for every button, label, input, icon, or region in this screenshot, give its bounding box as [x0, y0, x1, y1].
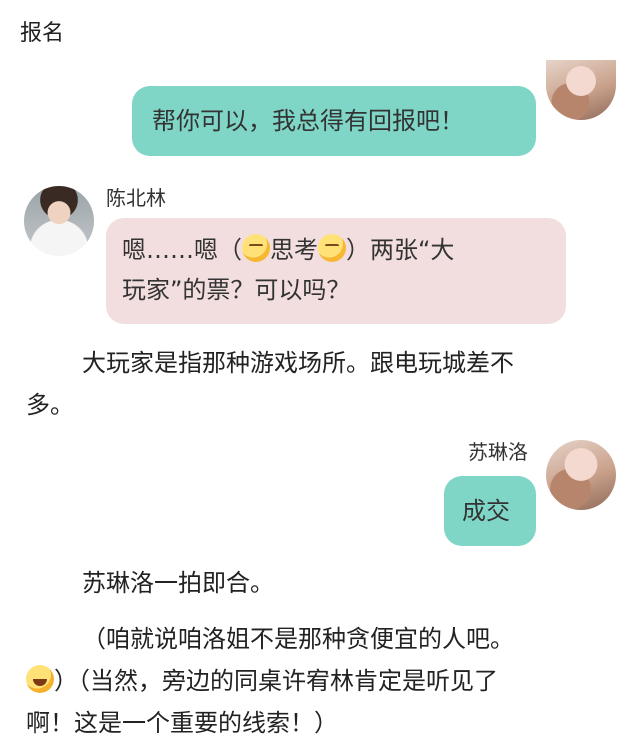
user-avatar-top[interactable] [546, 60, 616, 120]
message-text-2-line1: 嗯……嗯（ 思考 ）两张“大 [122, 234, 455, 264]
message-bubble-1[interactable]: 帮你可以，我总得有回报吧！ [132, 86, 536, 156]
sender-avatar-chen[interactable] [24, 186, 94, 256]
message-bubble-2[interactable]: 嗯……嗯（ 思考 ）两张“大 玩家”的票？可以吗？ [106, 218, 566, 324]
narration-paragraph-3: （咱就说咱洛姐不是那种贪便宜的人吧。 ）（当然，旁边的同桌许宥林肯定是听见了 啊… [26, 625, 514, 737]
message-text-1: 帮你可以，我总得有回报吧！ [152, 107, 464, 135]
message-text-2-line2: 玩家”的票？可以吗？ [122, 276, 351, 304]
thinking-face-icon [318, 234, 346, 262]
tears-of-joy-icon [26, 665, 54, 693]
sender-name-chen: 陈北林 [106, 186, 166, 210]
top-label: 报名 [20, 21, 65, 46]
sender-avatar-su[interactable] [546, 440, 616, 510]
sender-name-su: 苏琳洛 [468, 440, 528, 464]
message-bubble-3[interactable]: 成交 [444, 476, 536, 546]
narration-paragraph-2: 苏琳洛一拍即合。 [82, 569, 274, 597]
message-text-3: 成交 [462, 497, 510, 525]
thinking-face-icon [242, 234, 270, 262]
narration-paragraph-1: 大玩家是指那种游戏场所。跟电玩城差不 多。 [26, 349, 514, 419]
